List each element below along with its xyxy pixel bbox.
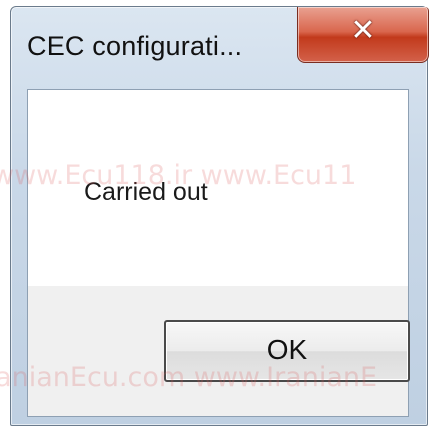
dialog-body: Carried out OK <box>27 89 410 417</box>
dialog-window: CEC configurati... ✕ Carried out OK <box>10 6 429 426</box>
close-icon: ✕ <box>350 13 376 48</box>
ok-button[interactable]: OK <box>164 320 410 382</box>
dialog-title: CEC configurati... <box>27 31 243 61</box>
message-text: Carried out <box>84 178 208 206</box>
message-area: Carried out <box>28 90 408 286</box>
screenshot: CEC configurati... ✕ Carried out OK www.… <box>0 0 432 432</box>
title-bar[interactable]: CEC configurati... ✕ <box>11 7 429 79</box>
close-button[interactable]: ✕ <box>297 7 429 63</box>
